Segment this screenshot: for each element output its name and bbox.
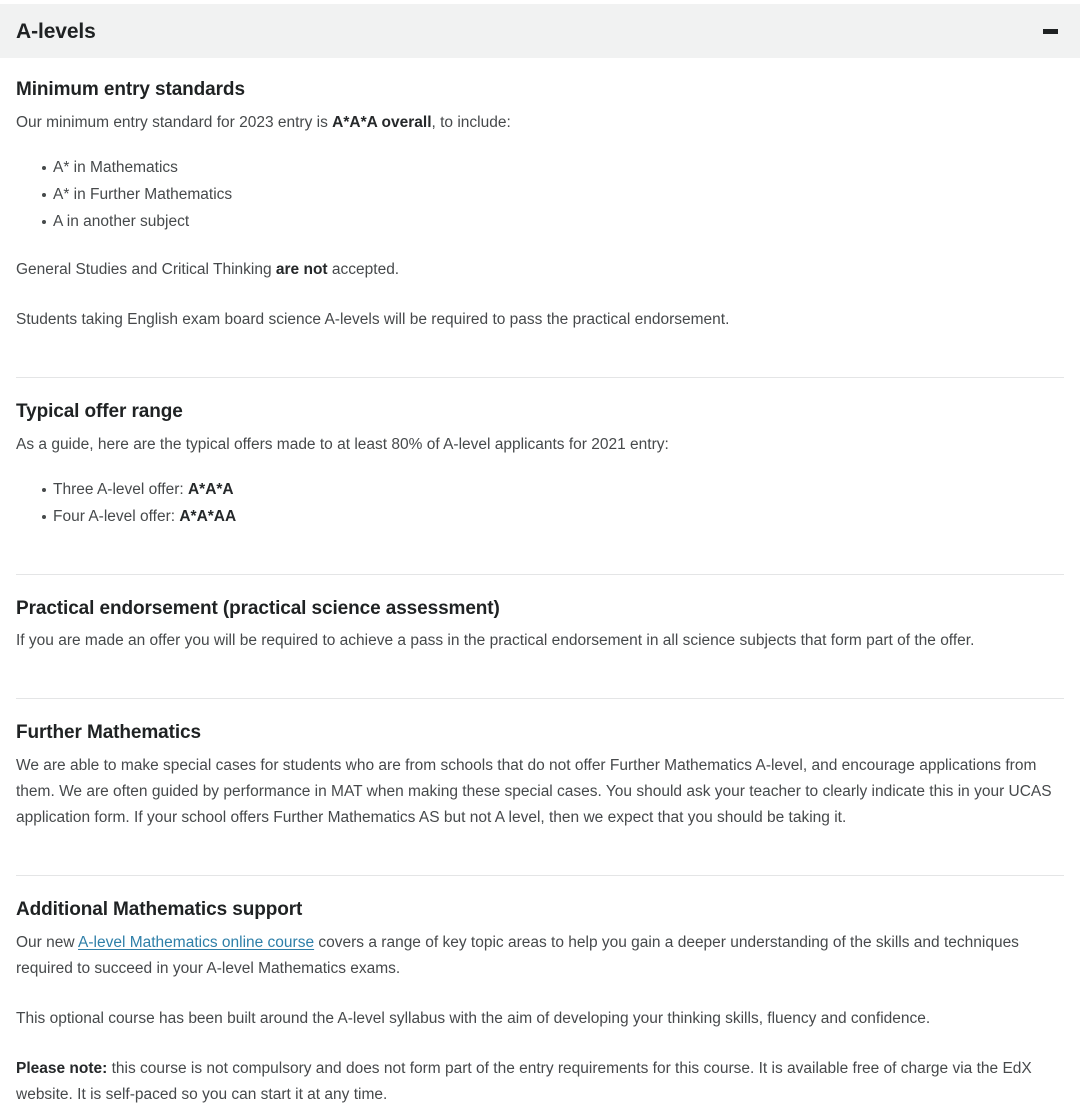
offer-grades: A*A*A (187, 480, 234, 498)
section-practical-endorsement: Practical endorsement (practical science… (16, 573, 1064, 677)
collapse-toggle-button[interactable] (1037, 18, 1063, 44)
list-item: A in another subject (42, 208, 1064, 235)
additional-support-paragraph-3: Please note: this course is not compulso… (16, 1056, 1064, 1108)
section-typical-offer-range: Typical offer range As a guide, here are… (16, 376, 1064, 552)
section-additional-mathematics-support: Additional Mathematics support Our new A… (16, 875, 1064, 1108)
offer-label: Four A-level offer: (53, 507, 180, 525)
minus-icon (1042, 28, 1058, 34)
section-minimum-entry-standards: Minimum entry standards Our minimum entr… (16, 58, 1064, 355)
further-mathematics-body: We are able to make special cases for st… (16, 757, 1052, 826)
list-item: A* in Further Mathematics (42, 181, 1064, 208)
additional-support-paragraph-1: Our new A-level Mathematics online cours… (16, 930, 1064, 982)
list-item: Four A-level offer: A*A*AA (42, 503, 1064, 530)
excluded-subjects-emphasis: are not (275, 260, 328, 278)
accordion-header-a-levels[interactable]: A-levels (0, 4, 1080, 58)
page-title: A-levels (16, 19, 96, 43)
accordion-content: Minimum entry standards Our minimum entr… (0, 58, 1080, 1108)
additional-support-paragraph-2: This optional course has been built arou… (16, 1009, 931, 1027)
list-item: A* in Mathematics (42, 154, 1064, 181)
minimum-entry-intro-before: Our minimum entry standard for 2023 entr… (16, 113, 333, 131)
section-further-mathematics: Further Mathematics We are able to make … (16, 698, 1064, 853)
please-note-body: this course is not compulsory and does n… (16, 1059, 1032, 1103)
typical-offer-list: Three A-level offer: A*A*A Four A-level … (16, 476, 1064, 530)
please-note-label: Please note: (16, 1059, 108, 1077)
practical-endorsement-body: If you are made an offer you will be req… (16, 632, 975, 650)
a-levels-accordion-panel: A-levels Minimum entry standards Our min… (0, 4, 1080, 1108)
list-item: Three A-level offer: A*A*A (42, 476, 1064, 503)
excluded-subjects-before: General Studies and Critical Thinking (16, 260, 276, 278)
minimum-entry-intro-after: , to include: (431, 113, 511, 131)
heading-further-mathematics: Further Mathematics (16, 722, 201, 744)
excluded-subjects-note: General Studies and Critical Thinking ar… (16, 257, 1064, 283)
minimum-entry-requirements-list: A* in Mathematics A* in Further Mathemat… (16, 154, 1064, 235)
practical-endorsement-note: Students taking English exam board scien… (16, 310, 730, 328)
a-level-maths-online-course-link[interactable]: A-level Mathematics online course (78, 934, 314, 951)
minimum-entry-grades: A*A*A overall (332, 113, 432, 131)
heading-typical-offer-range: Typical offer range (16, 400, 183, 422)
minimum-entry-intro: Our minimum entry standard for 2023 entr… (16, 110, 1064, 136)
heading-practical-endorsement: Practical endorsement (practical science… (16, 597, 500, 619)
heading-minimum-entry-standards: Minimum entry standards (16, 79, 245, 100)
offer-label: Three A-level offer: (53, 480, 188, 498)
heading-additional-mathematics-support: Additional Mathematics support (16, 899, 303, 920)
typical-offer-intro: As a guide, here are the typical offers … (16, 435, 669, 453)
additional-support-p1-before: Our new (16, 933, 79, 951)
excluded-subjects-after: accepted. (327, 260, 400, 278)
offer-grades: A*A*AA (179, 507, 237, 525)
